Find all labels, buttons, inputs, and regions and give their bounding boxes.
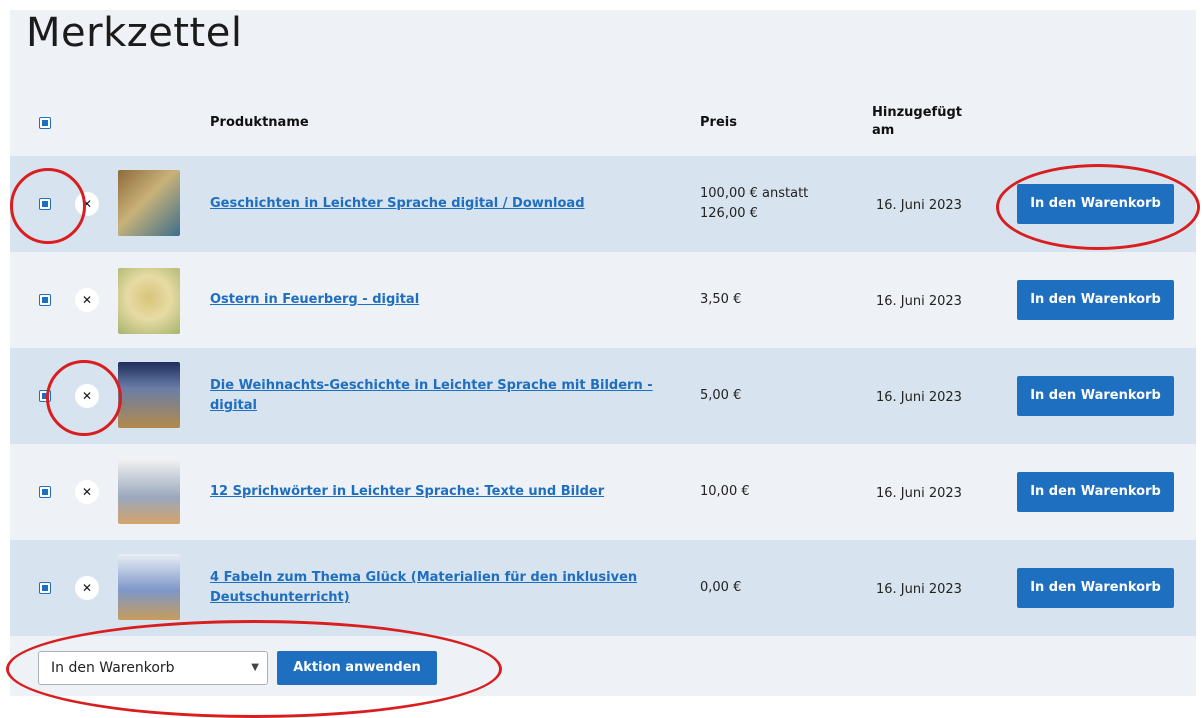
remove-icon[interactable]: ✕ bbox=[75, 288, 99, 312]
product-thumbnail[interactable] bbox=[118, 362, 180, 428]
apply-action-button[interactable]: Aktion anwenden bbox=[277, 651, 437, 685]
add-to-cart-button[interactable]: In den Warenkorb bbox=[1017, 184, 1174, 224]
table-row: ✕ 4 Fabeln zum Thema Glück (Materialien … bbox=[10, 540, 1196, 636]
added-date: 16. Juni 2023 bbox=[876, 294, 962, 309]
product-link[interactable]: 12 Sprichwörter in Leichter Sprache: Tex… bbox=[210, 482, 680, 502]
remove-icon[interactable]: ✕ bbox=[75, 384, 99, 408]
row-checkbox[interactable] bbox=[39, 294, 51, 306]
add-to-cart-button[interactable]: In den Warenkorb bbox=[1017, 280, 1174, 320]
product-link[interactable]: Die Weihnachts-Geschichte in Leichter Sp… bbox=[210, 376, 680, 416]
row-checkbox[interactable] bbox=[39, 486, 51, 498]
table-row: ✕ Ostern in Feuerberg - digital 3,50 € 1… bbox=[10, 252, 1196, 348]
table-row: ✕ 12 Sprichwörter in Leichter Sprache: T… bbox=[10, 444, 1196, 540]
added-date: 16. Juni 2023 bbox=[876, 486, 962, 501]
row-checkbox[interactable] bbox=[39, 198, 51, 210]
page-title: Merkzettel bbox=[26, 10, 243, 56]
product-link[interactable]: Geschichten in Leichter Sprache digital … bbox=[210, 194, 680, 214]
product-thumbnail[interactable] bbox=[118, 458, 180, 524]
product-price: 0,00 € bbox=[700, 580, 742, 595]
table-row: ✕ Die Weihnachts-Geschichte in Leichter … bbox=[10, 348, 1196, 444]
product-thumbnail[interactable] bbox=[118, 554, 180, 620]
product-link[interactable]: Ostern in Feuerberg - digital bbox=[210, 290, 680, 310]
remove-icon[interactable]: ✕ bbox=[75, 576, 99, 600]
select-all-checkbox[interactable] bbox=[39, 117, 51, 129]
table-row: ✕ Geschichten in Leichter Sprache digita… bbox=[10, 156, 1196, 252]
product-price: 100,00 € anstatt 126,00 € bbox=[700, 186, 809, 221]
add-to-cart-button[interactable]: In den Warenkorb bbox=[1017, 568, 1174, 608]
added-date: 16. Juni 2023 bbox=[876, 198, 962, 213]
product-price: 3,50 € bbox=[700, 292, 742, 307]
row-checkbox[interactable] bbox=[39, 390, 51, 402]
product-link[interactable]: 4 Fabeln zum Thema Glück (Materialien fü… bbox=[210, 568, 680, 608]
remove-icon[interactable]: ✕ bbox=[75, 480, 99, 504]
header-product-name: Produktname bbox=[210, 115, 309, 130]
product-price: 10,00 € bbox=[700, 484, 750, 499]
product-thumbnail[interactable] bbox=[118, 268, 180, 334]
header-price: Preis bbox=[700, 115, 737, 130]
added-date: 16. Juni 2023 bbox=[876, 390, 962, 405]
added-date: 16. Juni 2023 bbox=[876, 582, 962, 597]
header-added-date: Hinzugefügt am bbox=[872, 105, 962, 138]
chevron-down-icon: ▼ bbox=[251, 662, 259, 673]
product-thumbnail[interactable] bbox=[118, 170, 180, 236]
remove-icon[interactable]: ✕ bbox=[75, 192, 99, 216]
add-to-cart-button[interactable]: In den Warenkorb bbox=[1017, 376, 1174, 416]
row-checkbox[interactable] bbox=[39, 582, 51, 594]
product-price: 5,00 € bbox=[700, 388, 742, 403]
bulk-action-select[interactable]: In den Warenkorb ▼ bbox=[38, 651, 268, 685]
add-to-cart-button[interactable]: In den Warenkorb bbox=[1017, 472, 1174, 512]
bulk-action-value: In den Warenkorb bbox=[51, 660, 175, 676]
